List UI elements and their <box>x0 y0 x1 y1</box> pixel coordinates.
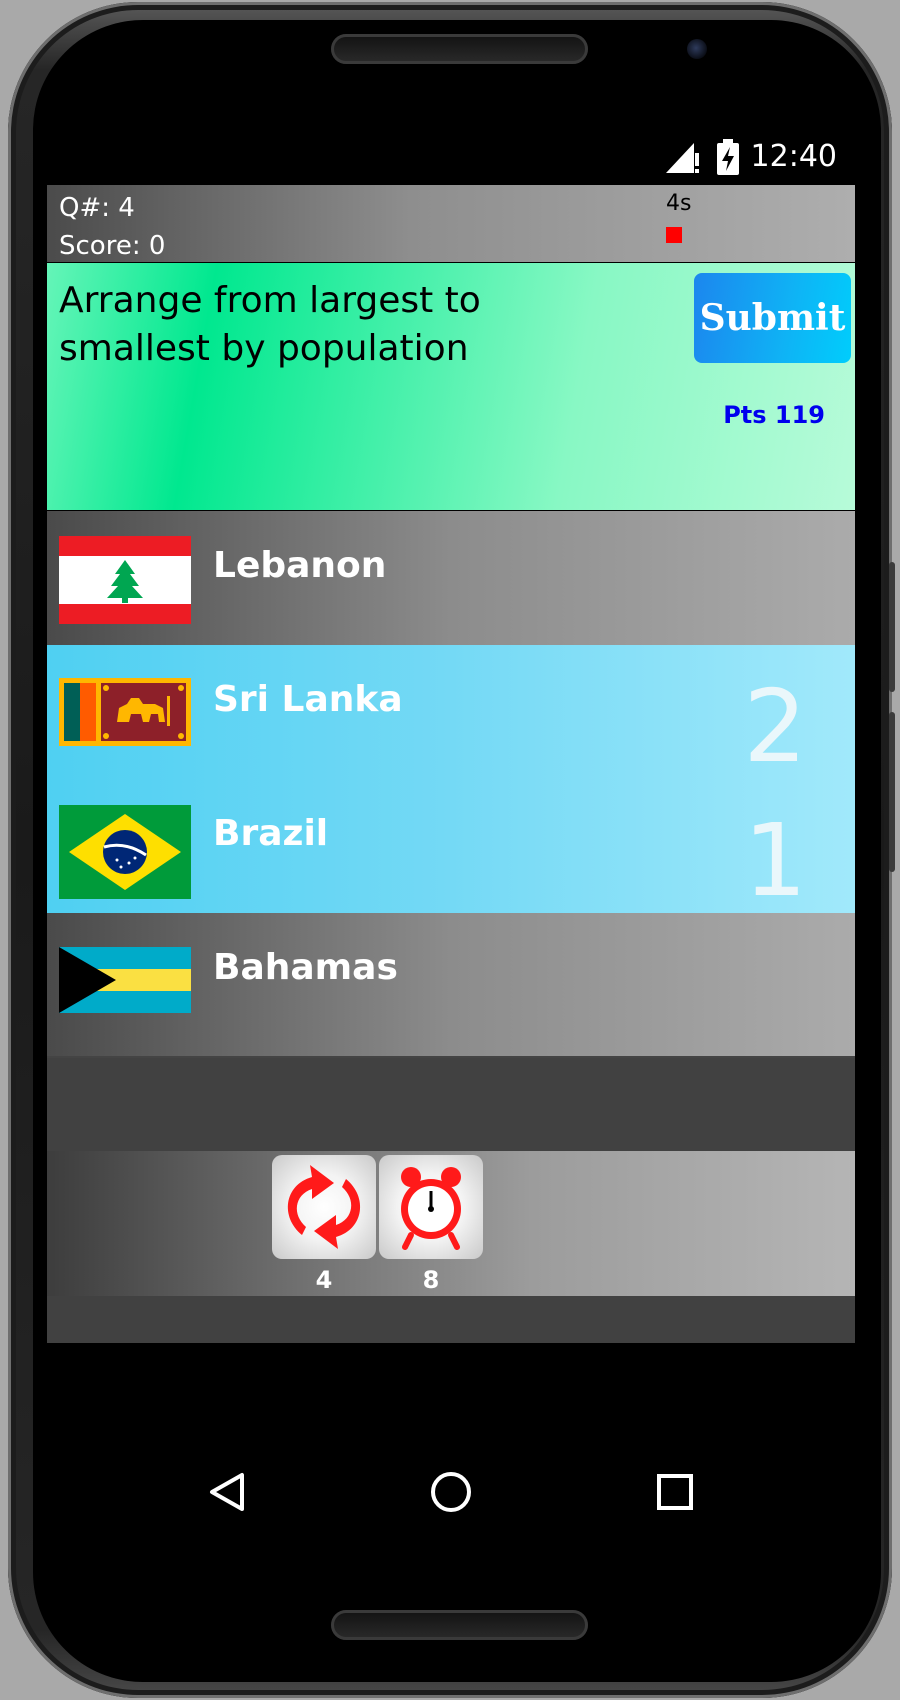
submit-button[interactable]: Submit <box>694 273 851 363</box>
score-display: Score: 0 <box>59 231 166 261</box>
time-count: 8 <box>422 1266 440 1294</box>
bottom-band <box>47 1296 855 1343</box>
shuffle-count: 4 <box>315 1266 333 1294</box>
nav-bar <box>210 1472 693 1512</box>
refresh-arrows-icon <box>287 1165 361 1249</box>
question-number: Q#: 4 <box>59 193 135 223</box>
quiz-app: Q#: 4 Score: 0 4s Arrange from largest t… <box>47 185 855 1363</box>
recents-icon[interactable] <box>657 1474 693 1510</box>
game-info-bar: Q#: 4 Score: 0 4s <box>47 185 855 262</box>
question-text: Arrange from largest to smallest by popu… <box>59 280 481 369</box>
home-icon[interactable] <box>431 1472 471 1512</box>
front-camera <box>687 39 707 59</box>
timer-display: 4s <box>666 191 692 216</box>
bahamas-flag <box>59 947 191 1013</box>
powerup-bar: 4 8 <box>47 1151 855 1296</box>
question-panel: Arrange from largest to smallest by popu… <box>47 263 855 510</box>
points-label: Pts 119 <box>723 401 825 429</box>
earpiece-speaker <box>331 34 588 64</box>
country-name: Lebanon <box>213 545 387 586</box>
country-name: Sri Lanka <box>213 679 403 720</box>
country-name: Brazil <box>213 813 329 854</box>
country-row-brazil[interactable]: Brazil 1 <box>47 779 855 924</box>
screen: 12:40 Q#: 4 Score: 0 4s Arrange from lar… <box>47 129 855 1363</box>
country-row-sri-lanka[interactable]: Sri Lanka 2 <box>47 645 855 790</box>
status-clock: 12:40 <box>750 139 837 174</box>
alarm-clock-icon <box>401 1167 461 1250</box>
rank-number: 2 <box>743 668 807 785</box>
back-icon[interactable] <box>210 1473 244 1511</box>
rank-number: 1 <box>743 802 807 919</box>
battery-charging-icon <box>717 139 739 175</box>
country-name: Bahamas <box>213 947 398 988</box>
shuffle-powerup-button[interactable] <box>272 1155 376 1259</box>
brazil-flag <box>59 805 191 899</box>
time-powerup-button[interactable] <box>379 1155 483 1259</box>
country-row-lebanon[interactable]: Lebanon <box>47 511 855 656</box>
bottom-speaker <box>331 1610 588 1640</box>
status-bar: 12:40 <box>47 129 855 185</box>
volume-button <box>889 562 895 692</box>
timer-indicator <box>666 227 682 243</box>
country-row-bahamas[interactable]: Bahamas <box>47 913 855 1058</box>
power-side-button <box>889 712 895 872</box>
sri-lanka-flag <box>59 678 191 746</box>
lebanon-flag <box>59 536 191 624</box>
signal-icon <box>666 143 699 173</box>
